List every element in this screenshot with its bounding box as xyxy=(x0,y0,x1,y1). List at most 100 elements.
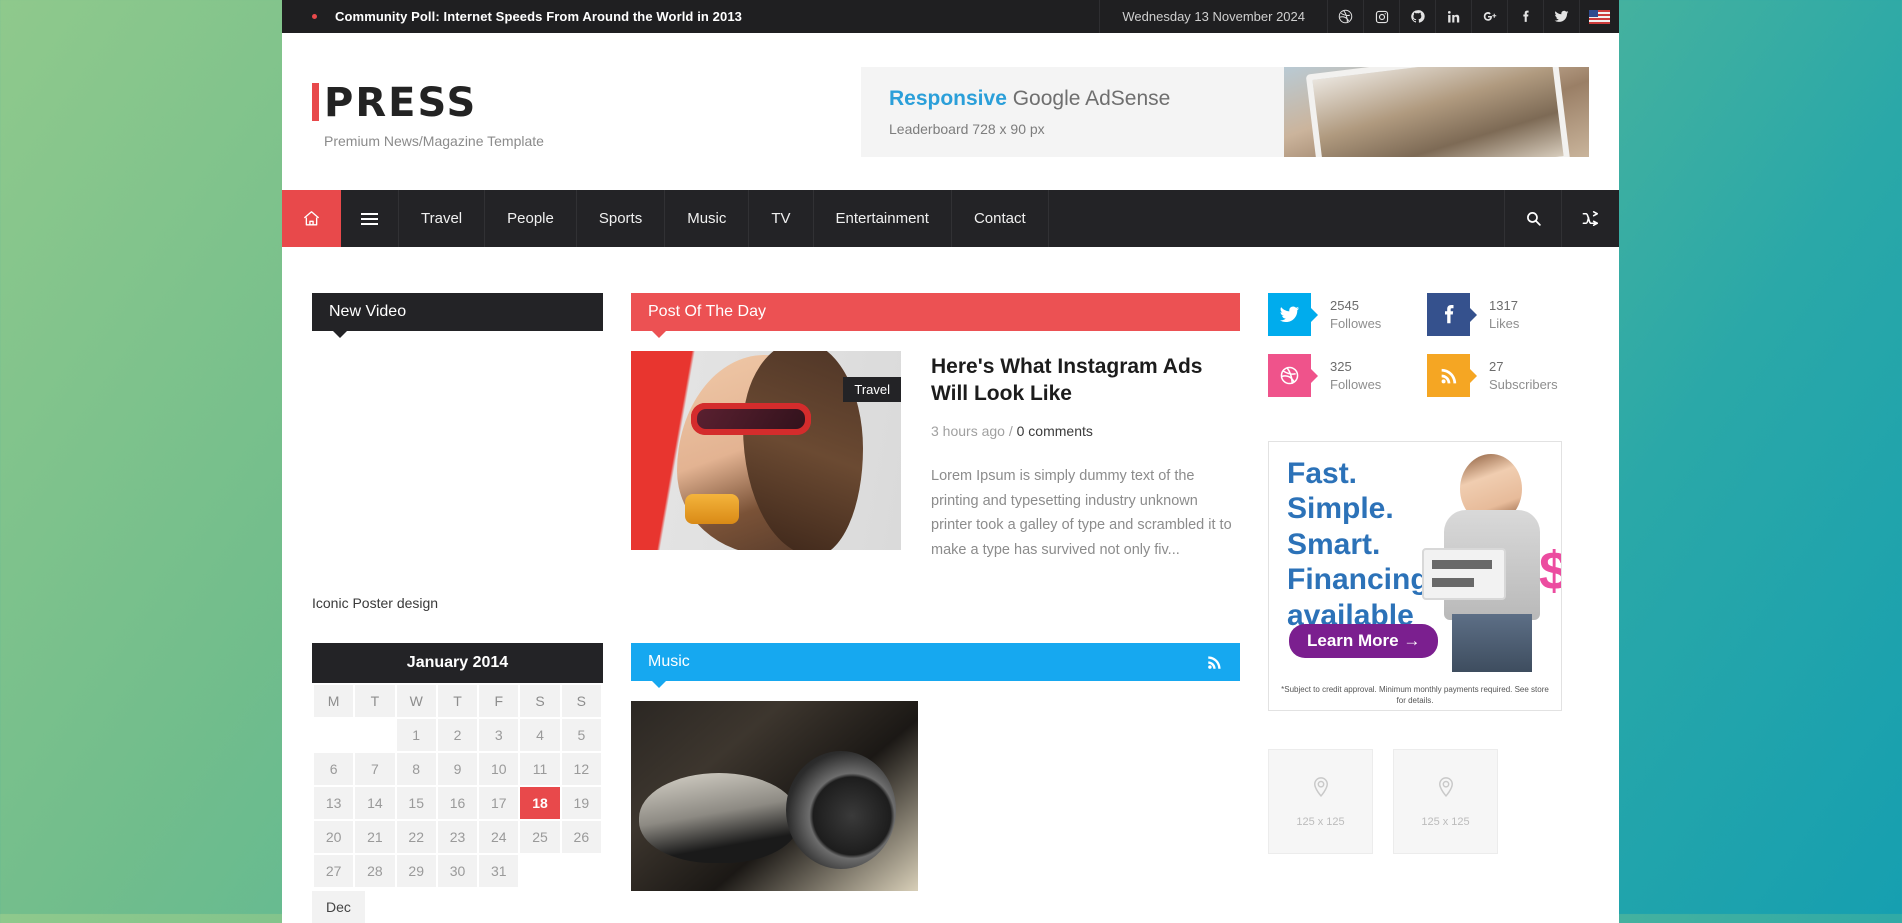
post-thumbnail[interactable]: Travel xyxy=(631,351,901,550)
calendar-day[interactable]: 6 xyxy=(314,753,354,785)
ad-placeholder-2[interactable]: 125 x 125 xyxy=(1393,749,1498,854)
calendar-day-today[interactable]: 18 xyxy=(520,787,560,819)
calendar-day[interactable]: 7 xyxy=(355,753,395,785)
calendar-day[interactable]: 10 xyxy=(479,753,519,785)
calendar-day[interactable]: 19 xyxy=(561,787,601,819)
facebook-icon[interactable] xyxy=(1507,0,1543,33)
calendar-day-empty xyxy=(520,855,560,887)
right-sidebar: 2545 Followes 1317 Likes 325 Followes 27… xyxy=(1268,293,1562,923)
rss-icon[interactable] xyxy=(1206,654,1223,671)
social-counter-dribbble[interactable]: 325 Followes xyxy=(1268,354,1403,397)
calendar-day[interactable]: 1 xyxy=(396,719,436,751)
calendar-day[interactable]: 27 xyxy=(314,855,354,887)
calendar-day[interactable]: 12 xyxy=(561,753,601,785)
thumbnail-art xyxy=(685,494,739,524)
social-counter-facebook[interactable]: 1317 Likes xyxy=(1427,293,1562,336)
calendar-month-label: January 2014 xyxy=(312,643,603,683)
social-counter-meta: 27 Subscribers xyxy=(1489,358,1558,393)
google-plus-icon[interactable] xyxy=(1471,0,1507,33)
brand[interactable]: Press Premium News/Magazine Template xyxy=(312,75,742,149)
calendar-weekday: T xyxy=(355,685,395,717)
calendar-day[interactable]: 8 xyxy=(396,753,436,785)
calendar-prev-month[interactable]: Dec xyxy=(312,891,365,923)
ad-model-image: $ xyxy=(1422,452,1561,672)
calendar-day[interactable]: 11 xyxy=(520,753,560,785)
facebook-icon xyxy=(1427,293,1470,336)
nav-item-tv[interactable]: TV xyxy=(749,190,814,247)
hamburger-icon[interactable] xyxy=(341,190,399,247)
social-counter-meta: 1317 Likes xyxy=(1489,297,1519,332)
news-ticker[interactable]: Community Poll: Internet Speeds From Aro… xyxy=(282,0,742,33)
search-icon[interactable] xyxy=(1505,190,1562,247)
home-icon[interactable] xyxy=(282,190,341,247)
social-counter-value: 1317 xyxy=(1489,297,1518,313)
us-flag-icon[interactable] xyxy=(1579,0,1619,33)
dribbble-icon[interactable] xyxy=(1327,0,1363,33)
calendar-day[interactable]: 17 xyxy=(479,787,519,819)
music-post-thumbnail[interactable] xyxy=(631,701,918,892)
calendar-day[interactable]: 4 xyxy=(520,719,560,751)
calendar-day[interactable]: 20 xyxy=(314,821,354,853)
leaderboard-headline: Responsive Google AdSense xyxy=(889,87,1170,111)
ad-placeholder-row: 125 x 125 125 x 125 xyxy=(1268,749,1562,854)
calendar-day[interactable]: 13 xyxy=(314,787,354,819)
calendar-day[interactable]: 5 xyxy=(561,719,601,751)
site-logo[interactable]: Press xyxy=(312,79,742,126)
calendar-day[interactable]: 23 xyxy=(437,821,478,853)
calendar-day[interactable]: 3 xyxy=(479,719,519,751)
calendar-day[interactable]: 14 xyxy=(355,787,395,819)
ad-placeholder-1[interactable]: 125 x 125 xyxy=(1268,749,1373,854)
calendar-day[interactable]: 31 xyxy=(479,855,519,887)
shuffle-icon[interactable] xyxy=(1562,190,1619,247)
nav-item-entertainment[interactable]: Entertainment xyxy=(814,190,952,247)
social-counter-value: 2545 xyxy=(1330,297,1359,313)
calendar-day[interactable]: 24 xyxy=(479,821,519,853)
calendar-day[interactable]: 15 xyxy=(396,787,436,819)
post-category-badge[interactable]: Travel xyxy=(843,377,901,402)
calendar-day[interactable]: 21 xyxy=(355,821,395,853)
logo-text: Press xyxy=(324,79,478,126)
nav-item-travel[interactable]: Travel xyxy=(399,190,486,247)
calendar-day[interactable]: 16 xyxy=(437,787,478,819)
post-comments-link[interactable]: 0 comments xyxy=(1017,423,1093,439)
ticker-headline[interactable]: Community Poll: Internet Speeds From Aro… xyxy=(335,9,742,24)
social-counter-twitter[interactable]: 2545 Followes xyxy=(1268,293,1403,336)
nav-item-contact[interactable]: Contact xyxy=(952,190,1049,247)
sidebar-ad[interactable]: Fast. Simple. Smart. Financing available… xyxy=(1268,441,1562,711)
github-icon[interactable] xyxy=(1399,0,1435,33)
post-meta: 3 hours ago / 0 comments xyxy=(931,423,1240,439)
calendar-day[interactable]: 22 xyxy=(396,821,436,853)
leaderboard-text: Responsive Google AdSense Leaderboard 72… xyxy=(861,67,1170,157)
social-counter-rss[interactable]: 27 Subscribers xyxy=(1427,354,1562,397)
calendar-weekday: S xyxy=(561,685,601,717)
calendar-day[interactable]: 26 xyxy=(561,821,601,853)
post-title[interactable]: Here's What Instagram Ads Will Look Like xyxy=(931,353,1240,408)
left-sidebar: New Video Iconic Poster design January 2… xyxy=(312,293,603,923)
instagram-icon[interactable] xyxy=(1363,0,1399,33)
social-counter-label: Likes xyxy=(1489,315,1520,331)
ad-line-2: Simple. xyxy=(1287,492,1394,526)
social-counter-label: Followes xyxy=(1330,315,1382,331)
video-player[interactable] xyxy=(312,351,603,595)
calendar-day-empty xyxy=(561,855,601,887)
calendar-day[interactable]: 9 xyxy=(437,753,478,785)
music-section-title: Music xyxy=(648,653,690,671)
calendar-day[interactable]: 29 xyxy=(396,855,436,887)
twitter-icon[interactable] xyxy=(1543,0,1579,33)
calendar-day[interactable]: 28 xyxy=(355,855,395,887)
social-counter-value: 27 xyxy=(1489,358,1504,374)
calendar-table: M T W T F S S 1 2 3 4 5 6 7 8 9 10 11 12… xyxy=(312,683,603,889)
linkedin-icon[interactable] xyxy=(1435,0,1471,33)
calendar-week-row: 20 21 22 23 24 25 26 xyxy=(314,821,601,853)
nav-item-people[interactable]: People xyxy=(485,190,577,247)
leaderboard-ad[interactable]: Responsive Google AdSense Leaderboard 72… xyxy=(861,66,1589,157)
placeholder-label: 125 x 125 xyxy=(1296,815,1345,828)
calendar-day[interactable]: 25 xyxy=(520,821,560,853)
nav-item-music[interactable]: Music xyxy=(665,190,750,247)
nav-item-sports[interactable]: Sports xyxy=(577,190,666,247)
calendar-day[interactable]: 2 xyxy=(437,719,478,751)
calendar-day[interactable]: 30 xyxy=(437,855,478,887)
calendar-weekday: S xyxy=(520,685,560,717)
top-bar-right: Wednesday 13 November 2024 xyxy=(1099,0,1619,33)
ad-cta-button[interactable]: Learn More → xyxy=(1289,624,1439,658)
